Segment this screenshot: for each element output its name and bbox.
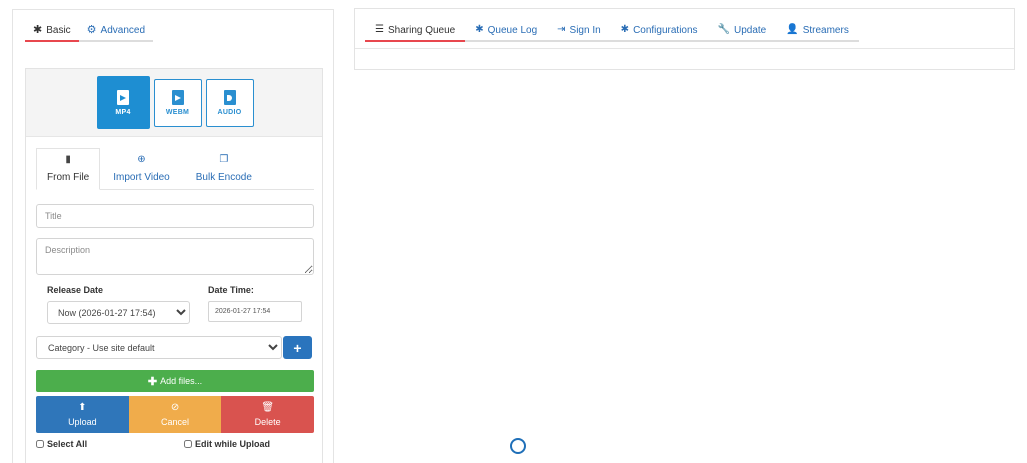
format-webm-button[interactable]: WEBM xyxy=(153,78,202,127)
format-mp4-button[interactable]: MP4 xyxy=(96,76,150,129)
tab-streamers-label: Streamers xyxy=(802,24,849,36)
tab-sign-in[interactable]: ⇥ Sign In xyxy=(547,20,611,42)
tab-configurations[interactable]: ✱ Configurations xyxy=(610,20,708,42)
list-icon: ☰ xyxy=(375,24,384,35)
tab-update-label: Update xyxy=(734,24,767,36)
wrench-icon: 🔧 xyxy=(717,24,730,35)
ban-icon: ⊘ xyxy=(170,401,180,413)
cursor-indicator xyxy=(510,438,526,454)
tab-advanced[interactable]: ⚙ Advanced xyxy=(78,21,154,42)
plus-icon: ✚ xyxy=(147,375,158,388)
tab-sign-in-label: Sign In xyxy=(569,24,601,36)
cog-icon: ✱ xyxy=(33,24,43,36)
tab-import-video[interactable]: ⊕ Import Video xyxy=(100,148,183,190)
tab-divider xyxy=(355,48,1014,49)
format-webm-label: WEBM xyxy=(165,108,190,116)
datetime-input[interactable] xyxy=(208,301,302,322)
audio-file-icon xyxy=(223,89,236,105)
user-icon: 👤 xyxy=(786,24,799,35)
cancel-button[interactable]: ⊘ Cancel xyxy=(128,396,222,433)
cancel-label: Cancel xyxy=(161,416,190,427)
datetime-label: Date Time: xyxy=(208,285,254,295)
format-audio-button[interactable]: AUDIO xyxy=(205,78,254,127)
sign-in-icon: ⇥ xyxy=(557,24,566,35)
title-input[interactable] xyxy=(36,204,314,228)
add-category-button[interactable]: + xyxy=(283,336,312,359)
mode-tabs: ✱ Basic ⚙ Advanced xyxy=(25,21,154,42)
tab-advanced-label: Advanced xyxy=(100,25,146,36)
delete-label: Delete xyxy=(254,416,281,427)
source-tabs: ▮ From File ⊕ Import Video ❐ Bulk Encode xyxy=(36,148,314,190)
cog-icon: ✱ xyxy=(475,24,484,35)
video-file-icon xyxy=(117,89,129,105)
tab-import-video-label: Import Video xyxy=(113,172,170,183)
format-audio-label: AUDIO xyxy=(217,108,242,116)
tab-bulk-encode-label: Bulk Encode xyxy=(195,172,252,183)
format-mp4-label: MP4 xyxy=(115,108,131,116)
plus-icon: + xyxy=(293,339,302,356)
release-date-select[interactable]: Now (2026-01-27 17:54) xyxy=(47,301,190,324)
tab-bulk-encode[interactable]: ❐ Bulk Encode xyxy=(183,148,265,190)
tab-configurations-label: Configurations xyxy=(633,24,698,36)
upload-button[interactable]: ⬆ Upload xyxy=(36,396,129,433)
tab-update[interactable]: 🔧 Update xyxy=(707,20,777,42)
edit-while-upload-checkbox[interactable]: Edit while Upload xyxy=(184,439,270,449)
left-panel: ✱ Basic ⚙ Advanced MP4 WEBM AUDIO ▮ From… xyxy=(12,9,334,463)
edit-while-upload-box[interactable] xyxy=(184,440,192,448)
file-icon: ▮ xyxy=(65,154,71,165)
cogs-icon: ⚙ xyxy=(86,24,97,36)
tab-basic-label: Basic xyxy=(46,25,71,36)
format-selector: MP4 WEBM AUDIO xyxy=(26,69,322,137)
select-all-checkbox[interactable]: Select All xyxy=(36,439,87,449)
tab-basic[interactable]: ✱ Basic xyxy=(25,21,79,42)
upload-icon: ⬆ xyxy=(78,401,87,413)
select-all-label: Select All xyxy=(47,439,88,449)
cog-icon: ✱ xyxy=(620,24,630,35)
add-files-button[interactable]: ✚ Add files... xyxy=(36,370,314,392)
upload-card: MP4 WEBM AUDIO ▮ From File ⊕ Import Vide… xyxy=(25,68,323,463)
copy-files-icon: ❐ xyxy=(219,154,229,165)
edit-while-upload-label: Edit while Upload xyxy=(195,439,271,449)
globe-icon: ⊕ xyxy=(137,154,146,165)
tab-sharing-queue-label: Sharing Queue xyxy=(387,24,456,36)
trash-icon: 🗑 xyxy=(261,401,275,413)
tab-streamers[interactable]: 👤 Streamers xyxy=(776,20,859,42)
video-file-icon xyxy=(171,89,184,105)
tab-queue-log[interactable]: ✱ Queue Log xyxy=(465,20,548,42)
action-buttons: ⬆ Upload ⊘ Cancel 🗑 Delete xyxy=(36,396,315,433)
delete-button[interactable]: 🗑 Delete xyxy=(221,396,315,433)
select-all-box[interactable] xyxy=(36,440,44,448)
upload-label: Upload xyxy=(68,416,97,427)
description-input[interactable] xyxy=(36,238,314,275)
add-files-label: Add files... xyxy=(160,376,203,386)
right-panel: ☰ Sharing Queue ✱ Queue Log ⇥ Sign In ✱ … xyxy=(354,8,1015,70)
tab-from-file-label: From File xyxy=(47,172,90,183)
queue-tabs: ☰ Sharing Queue ✱ Queue Log ⇥ Sign In ✱ … xyxy=(365,20,859,42)
tab-from-file[interactable]: ▮ From File xyxy=(36,148,101,190)
release-date-label: Release Date xyxy=(47,285,104,295)
tab-queue-log-label: Queue Log xyxy=(487,24,538,36)
category-select[interactable]: Category - Use site default xyxy=(36,336,282,359)
tab-sharing-queue[interactable]: ☰ Sharing Queue xyxy=(365,20,466,42)
